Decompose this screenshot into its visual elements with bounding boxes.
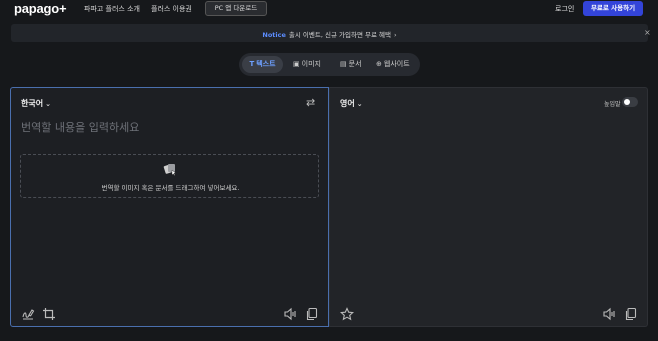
globe-icon: ⊕ — [376, 60, 382, 68]
toggle-knob — [624, 99, 630, 105]
nav-plus-subscription[interactable]: 플러스 이용권 — [151, 4, 192, 14]
chevron-down-icon: ⌄ — [45, 100, 51, 108]
login-link[interactable]: 로그인 — [555, 4, 574, 14]
notice-content: Notice 출시 이벤트, 신규 가입하면 무료 혜택 › — [11, 29, 648, 39]
honorific-label: 높임말 — [604, 101, 621, 108]
tab-label: 문서 — [348, 60, 362, 68]
source-text-input[interactable]: 번역할 내용을 입력하세요 — [21, 119, 139, 135]
target-language-select[interactable]: 영어 ⌄ — [340, 98, 363, 109]
tab-document[interactable]: ▤ 문서 — [340, 56, 362, 73]
text-icon: T — [249, 60, 255, 68]
tab-website[interactable]: ⊕ 웹사이트 — [376, 56, 410, 73]
drag-file-icon — [163, 164, 177, 176]
tab-label: 이미지 — [301, 60, 321, 68]
speaker-icon[interactable] — [283, 307, 297, 321]
top-bar: papago+ 파파고 플러스 소개 플러스 이용권 PC 앱 다운로드 로그인… — [0, 0, 658, 20]
speaker-icon[interactable] — [602, 307, 616, 321]
target-language-label: 영어 — [340, 99, 355, 108]
handwriting-icon[interactable] — [21, 307, 35, 321]
tab-image[interactable]: ▣ 이미지 — [293, 56, 321, 73]
crop-icon[interactable] — [42, 307, 56, 321]
target-panel: 영어 ⌄ 높임말 — [329, 87, 648, 327]
document-icon: ▤ — [340, 60, 347, 68]
chevron-down-icon: ⌄ — [356, 100, 363, 108]
tab-label: 웹사이트 — [383, 60, 410, 68]
nav-plus-intro[interactable]: 파파고 플러스 소개 — [84, 4, 140, 14]
star-icon[interactable] — [340, 307, 354, 321]
file-dropzone[interactable]: 번역할 이미지 혹은 문서를 드래그하여 넣어보세요. — [20, 154, 319, 198]
copy-icon[interactable] — [305, 307, 319, 321]
dropzone-text: 번역할 이미지 혹은 문서를 드래그하여 넣어보세요. — [101, 184, 240, 192]
source-language-select[interactable]: 한국어 ⌄ — [21, 98, 51, 109]
mode-tabs: T 텍스트 ▣ 이미지 ▤ 문서 ⊕ 웹사이트 — [239, 53, 420, 76]
image-icon: ▣ — [293, 60, 300, 68]
notice-text[interactable]: 출시 이벤트, 신규 가입하면 무료 혜택 — [289, 31, 391, 39]
free-trial-button[interactable]: 무료로 사용하기 — [583, 1, 643, 16]
copy-icon[interactable] — [624, 307, 638, 321]
notice-banner[interactable]: Notice 출시 이벤트, 신규 가입하면 무료 혜택 › × — [11, 24, 651, 42]
source-panel[interactable]: 한국어 ⌄ ⇄ 번역할 내용을 입력하세요 번역할 이미지 혹은 문서를 드래그하… — [10, 87, 329, 327]
pc-app-download-button[interactable]: PC 앱 다운로드 — [205, 1, 267, 16]
tab-label: 텍스트 — [256, 60, 276, 68]
tab-text[interactable]: T 텍스트 — [242, 56, 283, 73]
swap-languages-icon[interactable]: ⇄ — [306, 96, 315, 109]
chevron-right-icon: › — [394, 31, 397, 39]
close-icon[interactable]: × — [644, 28, 651, 37]
honorific-toggle[interactable] — [622, 97, 638, 107]
papago-logo[interactable]: papago+ — [14, 1, 67, 16]
notice-tag: Notice — [262, 31, 286, 39]
source-language-label: 한국어 — [21, 99, 44, 108]
